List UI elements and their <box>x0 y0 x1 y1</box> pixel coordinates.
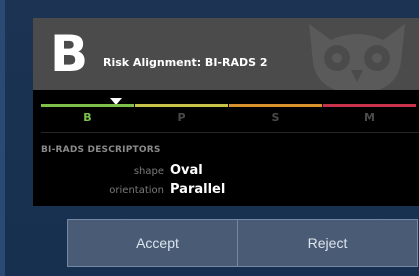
scale-label-s: S <box>271 111 280 124</box>
scale-bar-s <box>229 104 322 107</box>
risk-alignment-title: Risk Alignment: BI-RADS 2 <box>103 56 268 69</box>
section-divider <box>41 132 419 133</box>
app-background: B Risk Alignment: BI-RADS 2 B P S M BI-R… <box>0 0 419 276</box>
descriptors-section-title: BI-RADS DESCRIPTORS <box>41 145 161 155</box>
descriptor-key: orientation <box>109 185 164 196</box>
descriptor-row-shape: shape Oval <box>33 163 233 181</box>
reject-button[interactable]: Reject <box>237 219 418 267</box>
descriptor-key: shape <box>133 166 164 177</box>
accept-button[interactable]: Accept <box>67 219 248 267</box>
scale-label-m: M <box>364 111 375 124</box>
scale-label-p: P <box>177 111 186 124</box>
birads-scale: B P S M <box>41 102 416 124</box>
scale-label-b: B <box>83 111 92 124</box>
risk-card-header: B Risk Alignment: BI-RADS 2 <box>33 18 419 90</box>
scale-segment-b: B <box>41 102 134 124</box>
descriptor-value: Parallel <box>170 182 226 197</box>
risk-card: B Risk Alignment: BI-RADS 2 B P S M BI-R… <box>33 18 419 206</box>
scale-bar-b <box>41 104 134 107</box>
scale-segment-s: S <box>229 102 322 124</box>
scale-bar-m <box>323 104 416 107</box>
scale-segment-m: M <box>323 102 416 124</box>
descriptor-row-orientation: orientation Parallel <box>33 182 233 200</box>
scale-bar-p <box>135 104 228 107</box>
left-edge-border <box>0 0 5 276</box>
scale-segment-p: P <box>135 102 228 124</box>
grade-letter: B <box>50 25 89 83</box>
owl-logo-icon <box>309 24 405 90</box>
descriptor-value: Oval <box>170 163 203 178</box>
